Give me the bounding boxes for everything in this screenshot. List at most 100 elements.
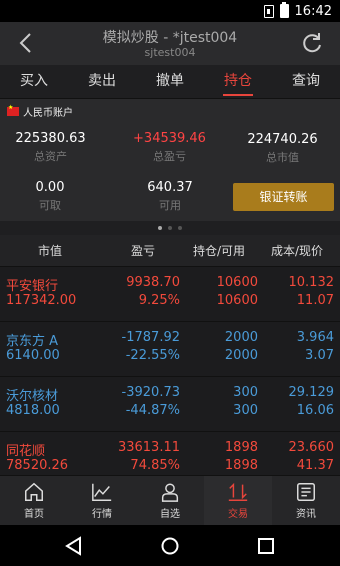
system-nav-bar	[0, 525, 340, 566]
stock-available: 300	[233, 403, 258, 418]
nav-market-label: 行情	[92, 509, 112, 520]
tab-cancel[interactable]: 撤单	[136, 65, 204, 98]
stock-cost: 29.129	[288, 385, 335, 400]
page-title: 模拟炒股 - *jtest004	[102, 30, 238, 46]
stock-hold: 1898	[224, 440, 258, 455]
available-label: 可用	[159, 199, 181, 212]
system-recents-icon[interactable]	[256, 536, 276, 556]
withdrawable: 0.00 可取	[20, 180, 80, 213]
page-indicator	[0, 221, 340, 235]
stock-available: 1898	[224, 458, 258, 473]
table-row[interactable]: 沃尔核材 4818.00 -3920.73 -44.87% 300 300 29…	[0, 377, 340, 432]
stock-price: 3.07	[305, 348, 334, 363]
market-value: 224740.26 总市值	[240, 132, 325, 165]
account-header: 人民币账户	[7, 104, 73, 119]
header-position: 持仓/可用	[193, 244, 246, 258]
total-pnl-label: 总盈亏	[153, 150, 186, 163]
stock-name: 京东方 A	[6, 334, 59, 349]
nav-home[interactable]: 首页	[0, 476, 68, 525]
market-value-label: 总市值	[266, 151, 299, 164]
stock-price: 11.07	[296, 293, 334, 308]
system-home-icon[interactable]	[160, 536, 180, 556]
trade-icon	[228, 482, 248, 501]
stock-price: 41.37	[296, 458, 334, 473]
market-value-value: 224740.26	[247, 132, 318, 147]
stock-pnl: 9938.70	[126, 275, 180, 290]
stock-cost: 23.660	[288, 440, 335, 455]
withdrawable-label: 可取	[39, 199, 61, 212]
nav-watchlist-label: 自选	[160, 509, 180, 520]
nav-market[interactable]: 行情	[68, 476, 136, 525]
total-pnl: +34539.46 总盈亏	[127, 131, 212, 164]
news-icon	[297, 483, 315, 501]
title-bar: 模拟炒股 - *jtest004 sjtest004	[0, 22, 340, 65]
sim-icon	[263, 4, 274, 18]
system-back-icon[interactable]	[64, 536, 84, 556]
nav-home-label: 首页	[24, 509, 44, 520]
table-row[interactable]: 平安银行 117342.00 9938.70 9.25% 10600 10600…	[0, 267, 340, 322]
total-assets-value: 225380.63	[15, 131, 86, 146]
header-market-value: 市值	[38, 244, 63, 258]
header-pnl: 盈亏	[131, 244, 156, 258]
tab-buy[interactable]: 买入	[0, 65, 68, 98]
stock-available: 10600	[216, 293, 258, 308]
stock-name: 沃尔核材	[6, 389, 59, 404]
cny-flag-icon	[7, 104, 19, 116]
table-row[interactable]: 京东方 A 6140.00 -1787.92 -22.55% 2000 2000…	[0, 322, 340, 377]
total-pnl-value: +34539.46	[133, 131, 206, 146]
refresh-icon[interactable]	[300, 31, 324, 55]
stock-price: 16.06	[296, 403, 334, 418]
account-label: 人民币账户	[23, 108, 73, 119]
tab-positions[interactable]: 持仓	[204, 65, 272, 98]
stock-name: 同花顺	[6, 444, 46, 459]
nav-news-label: 资讯	[296, 509, 316, 520]
nav-news[interactable]: 资讯	[272, 476, 340, 525]
stock-market-value: 4818.00	[6, 403, 60, 418]
stock-market-value: 78520.26	[6, 458, 69, 473]
status-bar: 16:42	[0, 0, 340, 22]
stock-market-value: 6140.00	[6, 348, 60, 363]
stock-cost: 3.964	[296, 330, 334, 345]
bottom-nav: 首页 行情 自选 交易 资讯	[0, 475, 340, 525]
tab-sell[interactable]: 卖出	[68, 65, 136, 98]
stock-cost: 10.132	[288, 275, 335, 290]
home-icon	[25, 482, 43, 501]
stock-market-value: 117342.00	[6, 293, 77, 308]
chart-icon	[92, 483, 112, 501]
user-icon	[161, 483, 179, 502]
stock-hold: 2000	[224, 330, 258, 345]
battery-icon	[279, 2, 289, 18]
stock-hold: 10600	[216, 275, 258, 290]
stock-pnl-pct: 74.85%	[130, 458, 180, 473]
tab-query[interactable]: 查询	[272, 65, 340, 98]
nav-trade-label: 交易	[228, 509, 248, 520]
total-assets-label: 总资产	[34, 150, 67, 163]
available: 640.37 可用	[140, 180, 200, 213]
stock-pnl-pct: -22.55%	[125, 348, 180, 363]
nav-watchlist[interactable]: 自选	[136, 476, 204, 525]
stock-pnl-pct: -44.87%	[125, 403, 180, 418]
trade-tabs: 买入 卖出 撤单 持仓 查询	[0, 65, 340, 99]
nav-trade[interactable]: 交易	[204, 476, 272, 525]
stock-name: 平安银行	[6, 279, 59, 294]
page-subtitle: sjtest004	[144, 46, 196, 59]
available-value: 640.37	[147, 180, 193, 195]
total-assets: 225380.63 总资产	[8, 131, 93, 164]
stock-pnl: -1787.92	[121, 330, 180, 345]
app-root: 16:42 模拟炒股 - *jtest004 sjtest004 买入 卖出 撤…	[0, 0, 340, 566]
positions-list: 平安银行 117342.00 9938.70 9.25% 10600 10600…	[0, 267, 340, 487]
page-dot	[158, 226, 162, 230]
account-summary: 人民币账户 225380.63 总资产 +34539.46 总盈亏 224740…	[0, 99, 340, 221]
status-time: 16:42	[294, 3, 332, 19]
bank-transfer-button[interactable]: 银证转账	[233, 183, 334, 211]
stock-available: 2000	[224, 348, 258, 363]
table-header: 市值 盈亏 持仓/可用 成本/现价	[0, 235, 340, 267]
stock-hold: 300	[233, 385, 258, 400]
stock-pnl: 33613.11	[117, 440, 180, 455]
page-dot	[168, 226, 172, 230]
stock-pnl-pct: 9.25%	[138, 293, 180, 308]
withdrawable-value: 0.00	[35, 180, 65, 195]
stock-pnl: -3920.73	[121, 385, 180, 400]
page-dot	[178, 226, 182, 230]
header-cost-price: 成本/现价	[271, 244, 324, 258]
